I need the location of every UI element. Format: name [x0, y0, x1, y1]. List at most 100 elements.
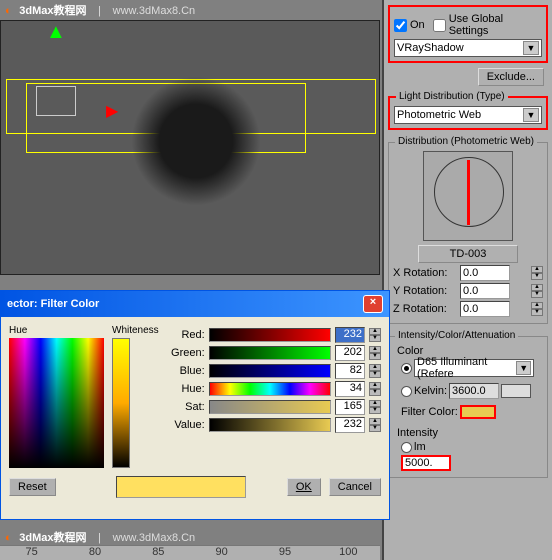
viewport-top[interactable]: ▲ ▶ — [0, 20, 380, 275]
tick: 75 — [0, 546, 63, 560]
x-rot-label: X Rotation: — [393, 267, 458, 279]
ok-button[interactable]: OK — [287, 478, 321, 496]
spin-up-icon[interactable]: ▲ — [369, 328, 381, 335]
filter-color-label: Filter Color: — [401, 406, 458, 418]
sat-label: Sat: — [167, 401, 205, 413]
tick: 95 — [253, 546, 316, 560]
lm-radio[interactable] — [401, 442, 412, 453]
hue-input[interactable]: 34 — [335, 381, 365, 397]
axis-arrow-green: ▲ — [46, 21, 66, 44]
value-input[interactable]: 232 — [335, 417, 365, 433]
wm-sep: | — [98, 5, 101, 17]
spin-up-icon[interactable]: ▲ — [369, 400, 381, 407]
chevron-down-icon: ▼ — [523, 41, 539, 55]
kelvin-radio[interactable] — [401, 386, 412, 397]
chevron-down-icon: ▼ — [523, 108, 539, 122]
tick: 90 — [190, 546, 253, 560]
spin-up-icon[interactable]: ▲ — [531, 284, 543, 291]
red-slider[interactable] — [209, 328, 331, 342]
x-rot-spinner[interactable]: 0.0 — [460, 265, 510, 281]
spin-down-icon[interactable]: ▼ — [369, 389, 381, 396]
shadow-on-checkbox[interactable]: On — [394, 19, 425, 32]
spin-down-icon[interactable]: ▼ — [369, 335, 381, 342]
close-button[interactable]: × — [363, 295, 383, 313]
timeline-ruler[interactable]: 75 80 85 90 95 100 — [0, 545, 380, 560]
exclude-button[interactable]: Exclude... — [478, 68, 544, 86]
intensity-title: Intensity/Color/Attenuation — [395, 330, 518, 341]
brand-text: 3dMax教程网 — [19, 5, 86, 17]
d65-radio[interactable] — [401, 363, 412, 374]
red-input[interactable]: 232 — [335, 327, 365, 343]
tick: 85 — [127, 546, 190, 560]
d65-value: D65 Illuminant (Refere — [417, 356, 516, 380]
hue-slider[interactable] — [209, 382, 331, 396]
lm-label: lm — [414, 441, 426, 453]
y-rot-label: Y Rotation: — [393, 285, 458, 297]
dialog-titlebar[interactable]: ector: Filter Color × — [1, 291, 389, 317]
brand-text: 3dMax教程网 — [19, 532, 86, 544]
cancel-button[interactable]: Cancel — [329, 478, 381, 496]
intensity-sublabel: Intensity — [397, 427, 543, 439]
z-rot-value: 0.0 — [463, 303, 478, 315]
shadow-type-value: VRayShadow — [397, 42, 464, 54]
hue2-label: Hue: — [167, 383, 205, 395]
camera-icon[interactable] — [36, 86, 76, 116]
blue-input[interactable]: 82 — [335, 363, 365, 379]
dist-web-title: Distribution (Photometric Web) — [395, 136, 537, 147]
spin-down-icon[interactable]: ▼ — [369, 371, 381, 378]
spin-down-icon[interactable]: ▼ — [531, 273, 543, 280]
wm-url: www.3dMax8.Cn — [113, 532, 196, 544]
dialog-title: ector: Filter Color — [7, 298, 99, 310]
web-arrow-icon — [467, 160, 470, 225]
chevron-down-icon: ▼ — [516, 361, 531, 375]
kelvin-swatch — [501, 384, 531, 398]
light-dist-dropdown[interactable]: Photometric Web ▼ — [394, 106, 542, 124]
spin-up-icon[interactable]: ▲ — [369, 364, 381, 371]
reset-button[interactable]: Reset — [9, 478, 56, 496]
red-label: Red: — [167, 329, 205, 341]
spin-down-icon[interactable]: ▼ — [531, 291, 543, 298]
web-file-button[interactable]: TD-003 — [418, 245, 518, 263]
whiteness-slider[interactable] — [112, 338, 130, 468]
z-rot-label: Z Rotation: — [393, 303, 458, 315]
hue-label: Hue — [9, 325, 104, 336]
spin-up-icon[interactable]: ▲ — [369, 382, 381, 389]
shadow-type-dropdown[interactable]: VRayShadow ▼ — [394, 39, 542, 57]
green-slider[interactable] — [209, 346, 331, 360]
kelvin-spinner[interactable]: 3600.0 — [449, 383, 499, 399]
blue-label: Blue: — [167, 365, 205, 377]
hue-sat-picker[interactable] — [9, 338, 104, 468]
green-input[interactable]: 202 — [335, 345, 365, 361]
global-settings-checkbox[interactable]: Use Global Settings — [433, 13, 536, 37]
d65-dropdown[interactable]: D65 Illuminant (Refere▼ — [414, 359, 534, 377]
spin-up-icon[interactable]: ▲ — [369, 418, 381, 425]
wm-sep: | — [98, 532, 101, 544]
filter-color-swatch[interactable] — [460, 405, 496, 419]
lm-value: 5000. — [405, 457, 433, 469]
spin-down-icon[interactable]: ▼ — [369, 353, 381, 360]
sat-slider[interactable] — [209, 400, 331, 414]
spin-down-icon[interactable]: ▼ — [369, 407, 381, 414]
spin-down-icon[interactable]: ▼ — [369, 425, 381, 432]
spin-up-icon[interactable]: ▲ — [369, 346, 381, 353]
spin-up-icon[interactable]: ▲ — [531, 266, 543, 273]
sat-input[interactable]: 165 — [335, 399, 365, 415]
y-rot-value: 0.0 — [463, 285, 478, 297]
spin-down-icon[interactable]: ▼ — [531, 309, 543, 316]
photometric-web-preview[interactable] — [423, 151, 513, 241]
blue-slider[interactable] — [209, 364, 331, 378]
spin-up-icon[interactable]: ▲ — [531, 302, 543, 309]
z-rot-spinner[interactable]: 0.0 — [460, 301, 510, 317]
green-label: Green: — [167, 347, 205, 359]
value-slider[interactable] — [209, 418, 331, 432]
lm-spinner[interactable]: 5000. — [401, 455, 451, 471]
global-label: Use Global Settings — [449, 13, 536, 37]
logo-icon: ◐ — [5, 532, 12, 544]
value-label: Value: — [167, 419, 205, 431]
rgb-sliders: Red:232▲▼ Green:202▲▼ Blue:82▲▼ Hue:34▲▼… — [167, 325, 381, 468]
tree-object[interactable] — [131, 76, 261, 206]
axis-arrow-red: ▶ — [106, 101, 118, 121]
y-rot-spinner[interactable]: 0.0 — [460, 283, 510, 299]
command-panel: On Use Global Settings VRayShadow ▼ Excl… — [382, 0, 552, 560]
kelvin-value: 3600.0 — [452, 385, 486, 397]
